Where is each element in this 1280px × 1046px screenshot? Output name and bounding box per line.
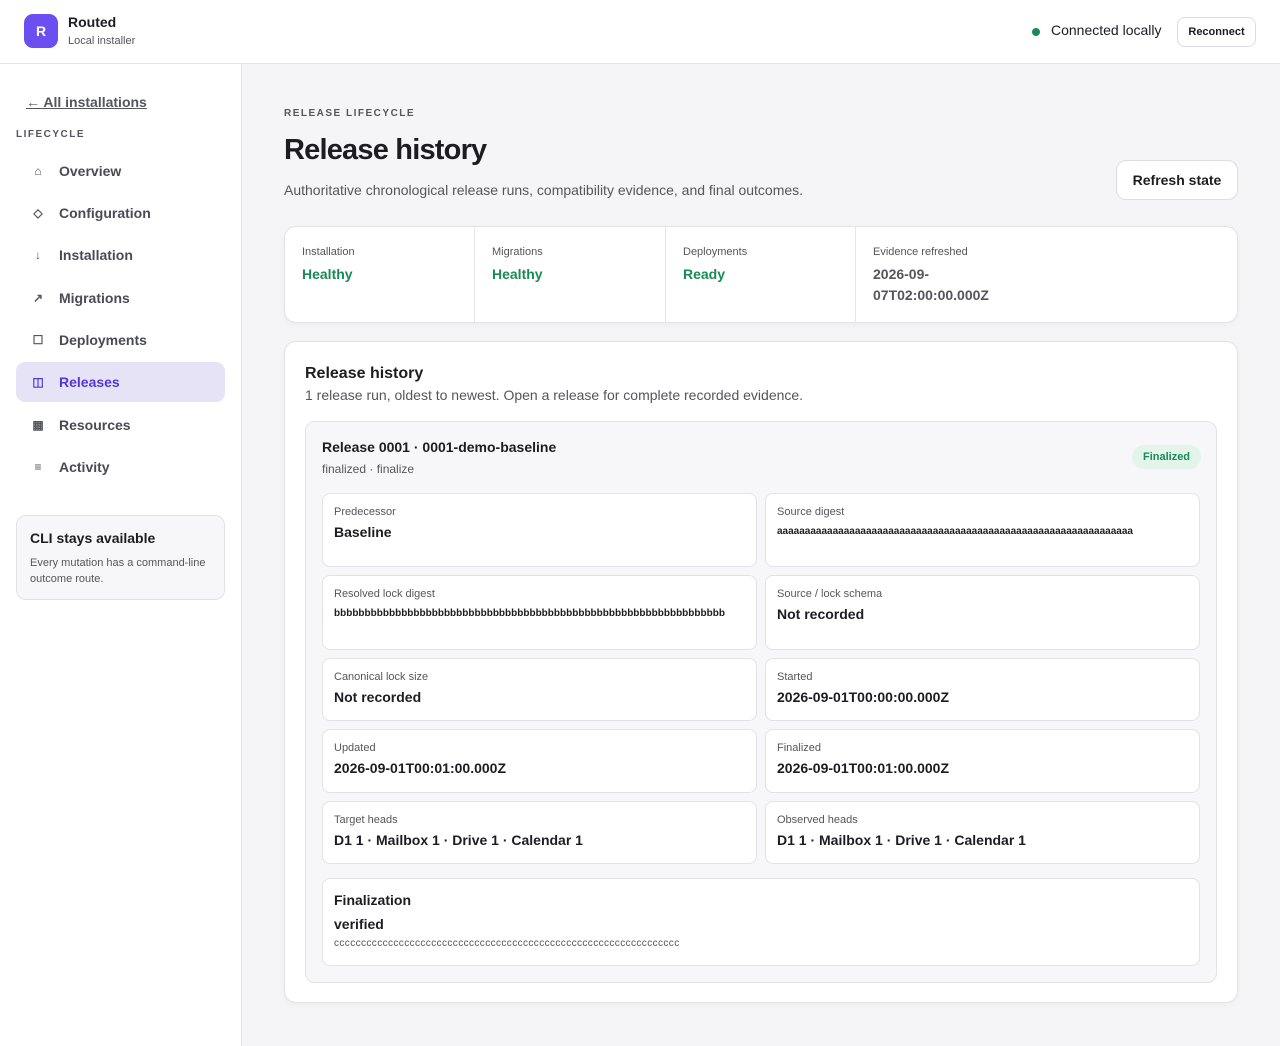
sidebar-item-label: Migrations — [59, 290, 130, 306]
nav-section-label: LIFECYCLE — [16, 129, 86, 140]
summary-evidence-refreshed: Evidence refreshed 2026-09-07T02:00:00.0… — [856, 227, 1037, 322]
sidebar-item-deployments[interactable]: ☐ Deployments — [16, 320, 225, 360]
field-value: bbbbbbbbbbbbbbbbbbbbbbbbbbbbbbbbbbbbbbbb… — [334, 608, 725, 619]
status-badge: Finalized — [1132, 445, 1201, 469]
release-meta: finalized · finalize — [322, 462, 415, 476]
field-label: Canonical lock size — [334, 671, 429, 683]
field-value: Not recorded — [777, 606, 865, 622]
field-label: Started — [777, 671, 813, 683]
sidebar-item-installation[interactable]: ↓ Installation — [16, 235, 225, 275]
main-content: RELEASE LIFECYCLE Release history Author… — [242, 64, 1280, 1046]
summary-installation: Installation Healthy — [285, 227, 475, 322]
app-name: Routed — [68, 14, 117, 30]
all-installations-link[interactable]: ← All installations — [26, 94, 147, 110]
field-value: Baseline — [334, 524, 392, 540]
sidebar-item-label: Configuration — [59, 205, 151, 221]
sidebar: ← All installations LIFECYCLE ⌂ Overview… — [0, 64, 242, 1046]
release-card[interactable]: Release 0001 · 0001-demo-baseline finali… — [305, 421, 1217, 983]
cli-info-card: CLI stays available Every mutation has a… — [16, 515, 225, 600]
app-logo: R — [24, 14, 58, 48]
status-summary: Installation Healthy Migrations Healthy … — [284, 226, 1238, 323]
connection-status-icon — [1032, 28, 1040, 36]
cli-card-text: Every mutation has a command-line outcom… — [30, 557, 206, 585]
field-value: 2026-09-01T00:00:00.000Z — [777, 689, 950, 705]
sidebar-item-activity[interactable]: ≡ Activity — [16, 447, 225, 487]
sidebar-item-label: Installation — [59, 247, 133, 263]
finalization-section: Finalization verified cccccccccccccccccc… — [322, 878, 1200, 966]
field-label: Source / lock schema — [777, 588, 883, 600]
field-value: 2026-09-01T00:01:00.000Z — [334, 760, 507, 776]
diamond-icon: ◇ — [33, 206, 43, 220]
reconnect-button[interactable]: Reconnect — [1177, 17, 1256, 47]
summary-label: Migrations — [492, 246, 543, 258]
field-label: Finalized — [777, 742, 822, 754]
connection-status: Connected locally — [1051, 22, 1162, 38]
page-description: Authoritative chronological release runs… — [284, 182, 804, 198]
history-subtitle: 1 release run, oldest to newest. Open a … — [305, 387, 804, 403]
summary-value: Ready — [683, 266, 726, 282]
home-icon: ⌂ — [34, 164, 42, 178]
arrow-up-right-icon: ↗ — [32, 291, 44, 305]
field-value: Not recorded — [334, 689, 422, 705]
sidebar-item-label: Overview — [59, 163, 122, 179]
field-label: Resolved lock digest — [334, 588, 435, 600]
field-updated: Updated 2026-09-01T00:01:00.000Z — [322, 729, 757, 793]
release-title: Release 0001 · 0001-demo-baseline — [322, 439, 557, 455]
sidebar-item-label: Activity — [59, 459, 110, 475]
field-label: Target heads — [334, 814, 398, 826]
field-started: Started 2026-09-01T00:00:00.000Z — [765, 658, 1200, 721]
summary-value: 2026-09-07T02:00:00.000Z — [873, 266, 989, 303]
sidebar-item-resources[interactable]: ▦ Resources — [16, 405, 225, 445]
page-title: Release history — [284, 134, 487, 166]
app-subtitle: Local installer — [68, 35, 136, 47]
summary-value: Healthy — [492, 266, 543, 282]
sidebar-item-label: Deployments — [59, 332, 147, 348]
field-label: Predecessor — [334, 506, 396, 518]
columns-icon: ◫ — [32, 375, 44, 389]
sidebar-item-migrations[interactable]: ↗ Migrations — [16, 278, 225, 318]
sidebar-item-overview[interactable]: ⌂ Overview — [16, 151, 225, 191]
page-eyebrow: RELEASE LIFECYCLE — [284, 108, 416, 119]
sidebar-item-label: Releases — [59, 374, 120, 390]
grid-icon: ▦ — [32, 418, 44, 432]
history-title: Release history — [305, 365, 424, 382]
field-canonical-lock-size: Canonical lock size Not recorded — [322, 658, 757, 721]
field-value: D1 1 · Mailbox 1 · Drive 1 · Calendar 1 — [334, 832, 583, 848]
sidebar-item-configuration[interactable]: ◇ Configuration — [16, 193, 225, 233]
sidebar-item-releases[interactable]: ◫ Releases — [16, 362, 225, 402]
arrow-down-icon: ↓ — [35, 248, 41, 262]
cli-card-title: CLI stays available — [30, 530, 156, 546]
field-observed-heads: Observed heads D1 1 · Mailbox 1 · Drive … — [765, 801, 1200, 864]
release-history-panel: Release history 1 release run, oldest to… — [284, 341, 1238, 1003]
summary-label: Evidence refreshed — [873, 246, 968, 258]
field-label: Source digest — [777, 506, 845, 518]
field-source-digest: Source digest aaaaaaaaaaaaaaaaaaaaaaaaaa… — [765, 493, 1200, 567]
list-icon: ≡ — [34, 460, 42, 474]
top-bar: R Routed Local installer Connected local… — [0, 0, 1280, 64]
field-label: Observed heads — [777, 814, 858, 826]
finalization-digest: cccccccccccccccccccccccccccccccccccccccc… — [334, 938, 680, 949]
field-target-heads: Target heads D1 1 · Mailbox 1 · Drive 1 … — [322, 801, 757, 864]
field-finalized: Finalized 2026-09-01T00:01:00.000Z — [765, 729, 1200, 793]
field-value: aaaaaaaaaaaaaaaaaaaaaaaaaaaaaaaaaaaaaaaa… — [777, 526, 1133, 537]
finalization-title: Finalization — [334, 892, 411, 908]
field-source-lock-schema: Source / lock schema Not recorded — [765, 575, 1200, 650]
field-value: D1 1 · Mailbox 1 · Drive 1 · Calendar 1 — [777, 832, 1026, 848]
field-resolved-lock-digest: Resolved lock digest bbbbbbbbbbbbbbbbbbb… — [322, 575, 757, 650]
summary-value: Healthy — [302, 266, 353, 282]
sidebar-item-label: Resources — [59, 417, 131, 433]
square-icon: ☐ — [32, 333, 44, 347]
field-predecessor: Predecessor Baseline — [322, 493, 757, 567]
refresh-state-button[interactable]: Refresh state — [1116, 160, 1238, 200]
field-label: Updated — [334, 742, 376, 754]
summary-label: Deployments — [683, 246, 748, 258]
summary-migrations: Migrations Healthy — [475, 227, 666, 322]
summary-label: Installation — [302, 246, 355, 258]
field-value: 2026-09-01T00:01:00.000Z — [777, 760, 950, 776]
summary-deployments: Deployments Ready — [666, 227, 856, 322]
finalization-value: verified — [334, 916, 384, 932]
